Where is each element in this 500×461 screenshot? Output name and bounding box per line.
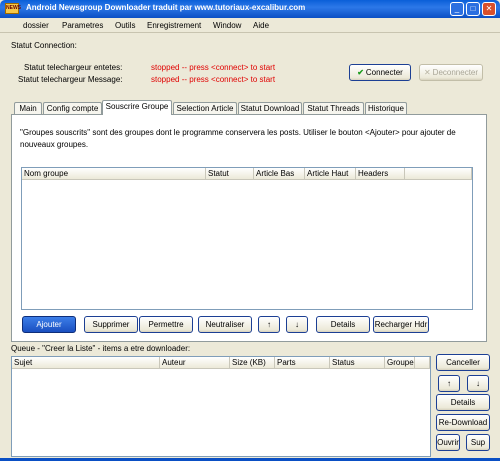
column-article-bas[interactable]: Article Bas: [254, 168, 305, 180]
connect-button[interactable]: ✔ Connecter: [349, 64, 411, 81]
headers-status-label: Statut telechargeur entetes:: [24, 63, 123, 72]
column-groupe[interactable]: Groupe: [385, 357, 415, 369]
column-auteur[interactable]: Auteur: [160, 357, 230, 369]
queue-details-button[interactable]: Details: [436, 394, 490, 411]
tab-selection-article[interactable]: Selection Article: [173, 102, 237, 114]
disconnect-button-label: Deconnecter: [432, 68, 479, 77]
menu-parametres[interactable]: Parametres: [62, 21, 103, 30]
menu-bar: dossier Parametres Outils Enregistrement…: [0, 18, 500, 33]
redownload-button[interactable]: Re-Download: [436, 414, 490, 431]
group-details-button[interactable]: Details: [316, 316, 370, 333]
column-article-haut[interactable]: Article Haut: [305, 168, 356, 180]
column-size[interactable]: Size (KB): [230, 357, 275, 369]
tab-statut-threads[interactable]: Statut Threads: [303, 102, 364, 114]
column-queue-empty[interactable]: [415, 357, 430, 369]
neutralize-group-button[interactable]: Neutraliser: [198, 316, 252, 333]
tab-historique[interactable]: Historique: [365, 102, 407, 114]
groups-list[interactable]: Nom groupe Statut Article Bas Article Ha…: [21, 167, 473, 310]
queue-move-up-button[interactable]: ↑: [438, 375, 460, 392]
move-down-button[interactable]: ↓: [286, 316, 308, 333]
queue-move-down-button[interactable]: ↓: [467, 375, 489, 392]
open-button[interactable]: Ouvrir: [436, 434, 460, 451]
tab-config-compte[interactable]: Config compte: [43, 102, 102, 114]
connection-section-label: Statut Connection:: [11, 41, 77, 50]
allow-group-button[interactable]: Permettre: [139, 316, 193, 333]
groups-description: "Groupes souscrits" sont des groupes don…: [20, 128, 456, 149]
move-up-button[interactable]: ↑: [258, 316, 280, 333]
queue-label: Queue - "Creer la Liste" - items a etre …: [11, 344, 191, 353]
minimize-button[interactable]: _: [450, 2, 464, 16]
delete-group-button[interactable]: Supprimer: [84, 316, 138, 333]
arrow-down-icon: ↓: [476, 379, 480, 388]
column-headers[interactable]: Headers: [356, 168, 405, 180]
tab-statut-download[interactable]: Statut Download: [238, 102, 302, 114]
column-statut[interactable]: Statut: [206, 168, 254, 180]
menu-window[interactable]: Window: [213, 21, 241, 30]
message-status-value: stopped -- press <connect> to start: [151, 75, 276, 84]
message-status-label: Statut telechargeur Message:: [18, 75, 123, 84]
arrow-down-icon: ↓: [295, 320, 299, 329]
arrow-up-icon: ↑: [267, 320, 271, 329]
menu-outils[interactable]: Outils: [115, 21, 135, 30]
groups-tab-panel: "Groupes souscrits" sont des groupes don…: [11, 114, 487, 342]
title-bar: NEWS Android Newsgroup Downloader tradui…: [0, 0, 500, 18]
delete-queue-item-button[interactable]: Sup: [466, 434, 490, 451]
column-parts[interactable]: Parts: [275, 357, 330, 369]
column-sujet[interactable]: Sujet: [12, 357, 160, 369]
cancel-button[interactable]: Canceller: [436, 354, 490, 371]
headers-status-value: stopped -- press <connect> to start: [151, 63, 276, 72]
window-title: Android Newsgroup Downloader traduit par…: [26, 3, 306, 12]
app-icon: NEWS: [5, 3, 21, 14]
add-group-button[interactable]: Ajouter: [22, 316, 76, 333]
maximize-button[interactable]: □: [466, 2, 480, 16]
reload-headers-button[interactable]: Recharger Hdr: [373, 316, 429, 333]
queue-list[interactable]: Sujet Auteur Size (KB) Parts Status Grou…: [11, 356, 431, 457]
menu-dossier[interactable]: dossier: [23, 21, 49, 30]
arrow-up-icon: ↑: [447, 379, 451, 388]
check-icon: ✔: [357, 68, 364, 77]
menu-aide[interactable]: Aide: [253, 21, 269, 30]
tab-main[interactable]: Main: [14, 102, 42, 114]
menu-enregistrement[interactable]: Enregistrement: [147, 21, 201, 30]
disconnect-icon: ✕: [423, 68, 431, 77]
tab-souscrire-groupe[interactable]: Souscrire Groupe: [102, 100, 172, 115]
column-nom-groupe[interactable]: Nom groupe: [22, 168, 206, 180]
connect-button-label: Connecter: [365, 68, 403, 77]
disconnect-button[interactable]: ✕ Deconnecter: [419, 64, 483, 81]
close-button[interactable]: ✕: [482, 2, 496, 16]
column-status[interactable]: Status: [330, 357, 385, 369]
column-empty[interactable]: [405, 168, 472, 180]
